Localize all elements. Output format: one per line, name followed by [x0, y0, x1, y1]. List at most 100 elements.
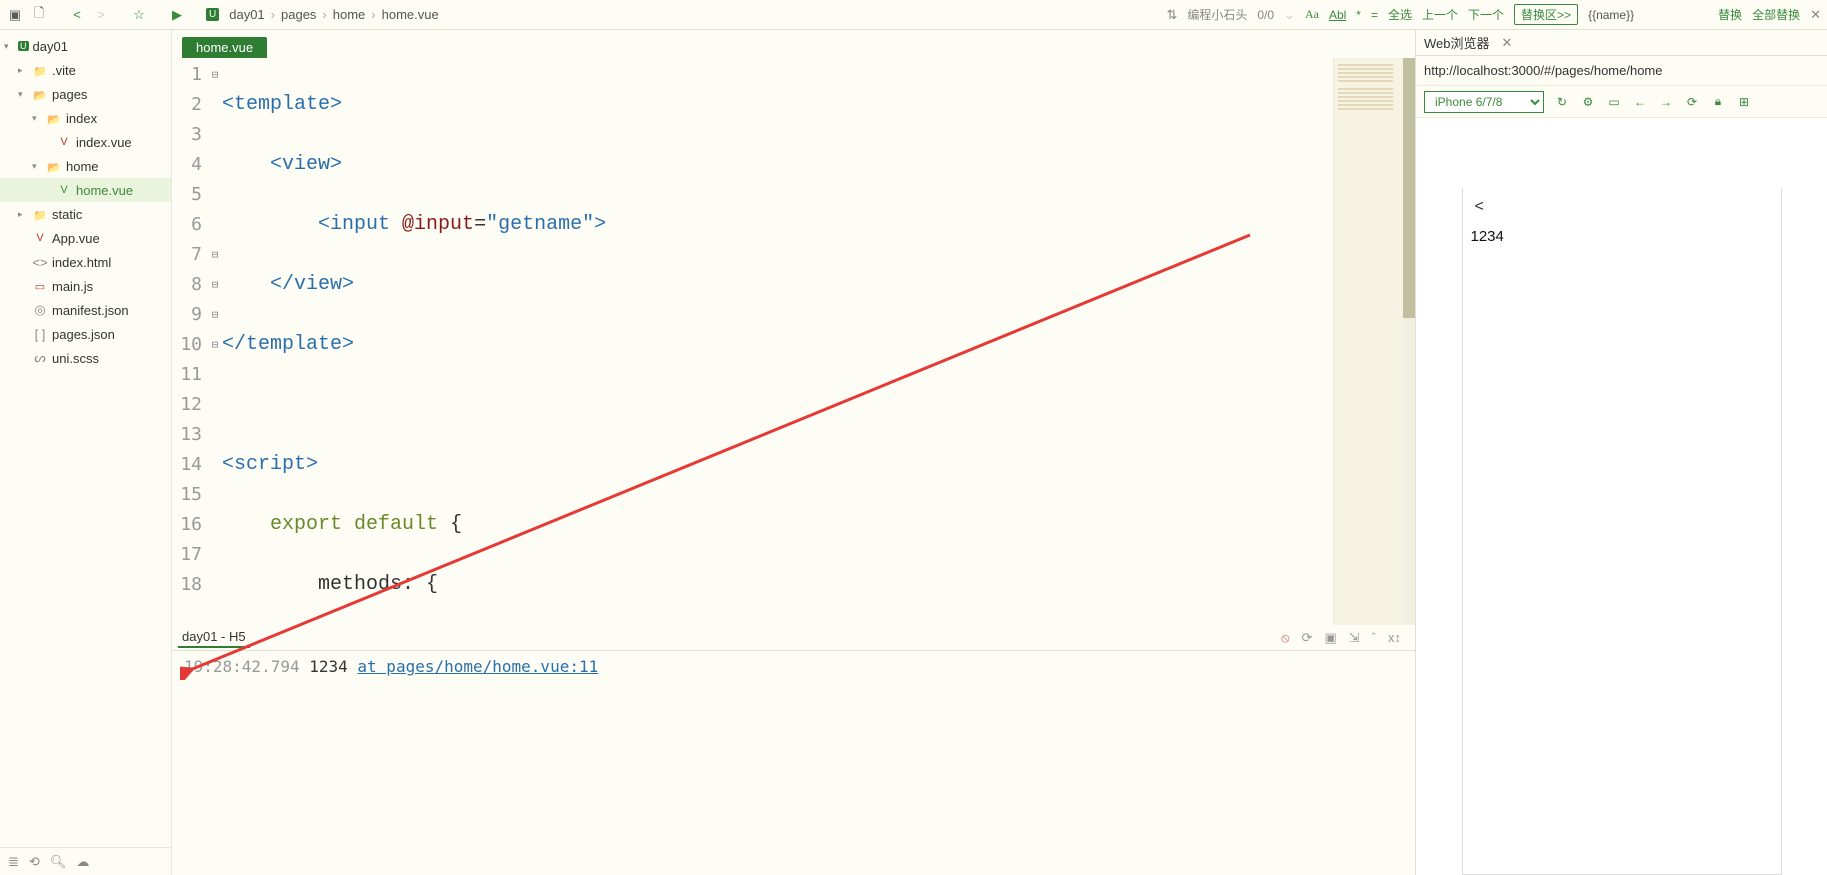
- html-file-icon: <>: [32, 255, 48, 270]
- match-counter: 0/0: [1257, 8, 1274, 22]
- console-location[interactable]: at pages/home/home.vue:11: [357, 657, 598, 676]
- vue-file-icon: V: [32, 232, 48, 244]
- replace-input[interactable]: [1588, 8, 1708, 22]
- forward-arrow-icon[interactable]: →: [1658, 95, 1674, 109]
- editor-tab-active[interactable]: home.vue: [182, 37, 267, 58]
- tree-label: pages: [52, 87, 87, 102]
- nav-match-icon[interactable]: ⌄: [1284, 7, 1295, 23]
- tree-label: home: [66, 159, 99, 174]
- chevron-right-icon: ›: [322, 7, 326, 22]
- code-content[interactable]: <template> <view> <input @input="getname…: [222, 58, 1333, 625]
- breadcrumb: U day01 › pages › home › home.vue: [206, 7, 439, 22]
- tree-root[interactable]: ▾ U day01: [0, 34, 171, 58]
- close-preview-icon[interactable]: ✕: [1498, 35, 1517, 51]
- console-timestamp: 19:28:42.794: [184, 657, 300, 676]
- project-icon: U: [18, 41, 29, 51]
- preview-url-input[interactable]: [1424, 63, 1819, 78]
- vertical-scrollbar[interactable]: [1403, 58, 1415, 625]
- expand-icon[interactable]: x↕: [1388, 630, 1401, 646]
- whole-word-toggle[interactable]: Abl: [1329, 8, 1346, 22]
- next-match-btn[interactable]: 下一个: [1468, 6, 1504, 23]
- top-toolbar: ▣ 🗋 < > ☆ ▶ U day01 › pages › home › hom…: [0, 0, 1827, 30]
- tree-label: day01: [33, 39, 68, 54]
- tree-label: main.js: [52, 279, 93, 294]
- cloud-icon[interactable]: ☁: [76, 854, 89, 870]
- nav-back-icon[interactable]: <: [68, 7, 86, 22]
- vue-file-icon: V: [56, 136, 72, 148]
- case-toggle[interactable]: Aa: [1305, 7, 1319, 22]
- star-icon[interactable]: ☆: [130, 7, 148, 23]
- prev-match-btn[interactable]: 上一个: [1422, 6, 1458, 23]
- settings-preview-icon[interactable]: ⚙: [1580, 95, 1596, 109]
- search-toggle-icon[interactable]: ⇅: [1166, 7, 1177, 23]
- tree-file-home-vue[interactable]: V home.vue: [0, 178, 171, 202]
- equals-toggle[interactable]: =: [1371, 8, 1378, 22]
- console-panel: day01 - H5 ⦸ ⟳ ▣ ⇲ ˆ x↕ 19:28:42.794 123…: [172, 625, 1415, 875]
- scss-file-icon: ᔕ: [32, 350, 48, 366]
- lock-icon[interactable]: 🔒︎: [1710, 94, 1726, 109]
- crumb-project[interactable]: day01: [229, 7, 264, 22]
- refresh-icon[interactable]: ⟳: [1302, 630, 1313, 646]
- json-file-icon: [ ]: [32, 327, 48, 342]
- run-icon[interactable]: ▶: [168, 7, 186, 23]
- chevron-down-icon: ▾: [18, 89, 28, 100]
- back-arrow-icon[interactable]: ←: [1632, 95, 1648, 109]
- stop-icon[interactable]: ⦸: [1281, 630, 1289, 646]
- save-icon[interactable]: 🗋: [30, 4, 48, 26]
- tree-file-main-js[interactable]: ▭ main.js: [0, 274, 171, 298]
- reload-icon[interactable]: ⟳: [1684, 95, 1700, 109]
- line-gutter: 123456789101112131415161718: [172, 58, 208, 625]
- tree-folder-index[interactable]: ▾ index: [0, 106, 171, 130]
- console-tab[interactable]: day01 - H5: [178, 627, 250, 648]
- nav-forward-icon[interactable]: >: [92, 7, 110, 22]
- chevron-right-icon: ›: [271, 7, 275, 22]
- chevron-down-icon: ▾: [4, 41, 14, 52]
- regex-star-toggle[interactable]: *: [1356, 8, 1361, 22]
- tree-folder-home[interactable]: ▾ home: [0, 154, 171, 178]
- phone-back-icon[interactable]: <: [1475, 198, 1484, 216]
- clear-icon[interactable]: ▣: [1324, 630, 1336, 646]
- phone-content: 1234: [1463, 188, 1781, 285]
- tree-file-index-vue[interactable]: V index.vue: [0, 130, 171, 154]
- tree-label: home.vue: [76, 183, 133, 198]
- json-file-icon: ◎: [32, 302, 48, 318]
- tree-file-uni-scss[interactable]: ᔕ uni.scss: [0, 346, 171, 370]
- crumb-file[interactable]: home.vue: [382, 7, 439, 22]
- code-editor[interactable]: 123456789101112131415161718 ⊟⊟⊟⊟⊟ <templ…: [172, 58, 1415, 625]
- tree-folder-vite[interactable]: ▸ .vite: [0, 58, 171, 82]
- list-icon[interactable]: ≣: [8, 854, 19, 870]
- refresh-preview-icon[interactable]: ↻: [1554, 95, 1570, 109]
- crumb-home[interactable]: home: [333, 7, 366, 22]
- replace-zone-btn[interactable]: 替换区>>: [1514, 4, 1578, 25]
- tree-label: App.vue: [52, 231, 100, 246]
- grid-icon[interactable]: ⊞: [1736, 95, 1752, 109]
- tree-file-pages-json[interactable]: [ ] pages.json: [0, 322, 171, 346]
- replace-all-btn[interactable]: 全部替换: [1752, 6, 1800, 23]
- crumb-pages[interactable]: pages: [281, 7, 316, 22]
- export-icon[interactable]: ⇲: [1349, 630, 1360, 646]
- phone-frame: < 1234: [1462, 188, 1782, 875]
- search-icon[interactable]: 🔍︎: [50, 854, 67, 870]
- panel-icon[interactable]: ▣: [6, 7, 24, 23]
- rect-icon[interactable]: ▭: [1606, 95, 1622, 109]
- preview-panel: Web浏览器 ✕ iPhone 6/7/8 ↻ ⚙ ▭ ← → ⟳ 🔒︎ ⊞ <…: [1415, 30, 1827, 875]
- close-find-icon[interactable]: ✕: [1810, 7, 1821, 23]
- fold-gutter: ⊟⊟⊟⊟⊟: [208, 58, 222, 625]
- select-all-btn[interactable]: 全选: [1388, 6, 1412, 23]
- collapse-up-icon[interactable]: ˆ: [1372, 630, 1376, 646]
- tree-file-index-html[interactable]: <> index.html: [0, 250, 171, 274]
- sync-icon[interactable]: ⟲: [29, 854, 40, 870]
- folder-open-icon: [32, 87, 48, 102]
- device-select[interactable]: iPhone 6/7/8: [1424, 91, 1544, 113]
- find-replace-bar: ⇅ 编程小石头 0/0 ⌄ Aa Abl * = 全选 上一个 下一个 替换区>…: [1166, 4, 1821, 25]
- folder-icon: [32, 63, 48, 78]
- preview-tab[interactable]: Web浏览器: [1424, 33, 1490, 52]
- tree-folder-pages[interactable]: ▾ pages: [0, 82, 171, 106]
- replace-btn[interactable]: 替换: [1718, 6, 1742, 23]
- search-author: 编程小石头: [1187, 6, 1247, 23]
- tree-label: static: [52, 207, 82, 222]
- tree-folder-static[interactable]: ▸ static: [0, 202, 171, 226]
- minimap[interactable]: [1333, 58, 1403, 625]
- tree-file-app-vue[interactable]: V App.vue: [0, 226, 171, 250]
- tree-file-manifest[interactable]: ◎ manifest.json: [0, 298, 171, 322]
